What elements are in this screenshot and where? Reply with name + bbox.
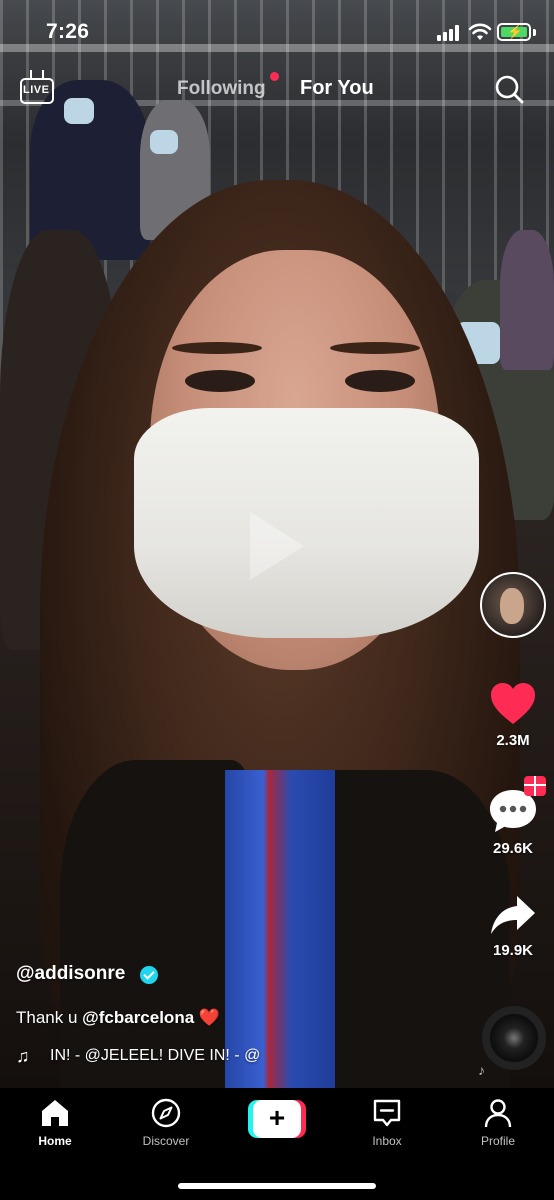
share-count: 19.9K (492, 942, 534, 959)
creator-avatar[interactable] (480, 572, 546, 638)
charging-bolt-icon: ⚡ (507, 24, 524, 39)
subject-jacket (60, 760, 250, 1088)
create-button[interactable]: + (248, 1100, 306, 1138)
play-icon[interactable] (250, 512, 304, 580)
creator-username[interactable]: @addisonre (16, 963, 125, 985)
profile-icon (484, 1099, 512, 1128)
status-time: 7:26 (46, 20, 90, 43)
music-note-icon: ♫ (16, 1046, 30, 1066)
like-button[interactable]: 2.3M (478, 682, 548, 749)
tab-following[interactable]: Following (177, 78, 266, 100)
tab-inbox-label: Inbox (372, 1134, 402, 1148)
comment-button[interactable]: 29.6K (478, 776, 548, 857)
share-button[interactable]: 19.9K (478, 894, 548, 959)
live-icon[interactable]: LIVE (20, 70, 54, 104)
tab-discover-label: Discover (142, 1134, 190, 1148)
caption-mention[interactable]: @fcbarcelona (82, 1008, 194, 1027)
following-notification-dot (270, 72, 279, 81)
tab-inbox[interactable]: Inbox (337, 1098, 437, 1148)
heart-icon (491, 683, 535, 724)
home-icon (42, 1100, 68, 1126)
avatar-figure (500, 588, 524, 624)
battery-tip (533, 29, 536, 36)
gift-icon (524, 776, 546, 796)
sound-title: IN! - @JELEEL! DIVE IN! - @ (50, 1047, 261, 1064)
subject-shirt (225, 770, 335, 1088)
subject-eye (185, 370, 255, 392)
like-count: 2.3M (496, 732, 530, 749)
inbox-icon (373, 1099, 401, 1127)
caption-emoji: ❤️ (198, 1008, 221, 1027)
live-label: LIVE (23, 84, 50, 96)
tab-for-you[interactable]: For You (300, 77, 374, 100)
caption-text: Thank u (16, 1008, 83, 1027)
top-nav: LIVE Following For You (0, 64, 554, 114)
music-disc-icon[interactable] (482, 1006, 546, 1070)
subject-eye (345, 370, 415, 392)
home-indicator[interactable] (178, 1183, 376, 1189)
tab-profile[interactable]: Profile (448, 1098, 548, 1148)
video-player[interactable] (0, 0, 554, 1088)
subject-brow (172, 342, 262, 354)
cellular-signal-icon (437, 25, 463, 41)
search-icon[interactable] (494, 74, 524, 104)
verified-badge-icon (140, 966, 158, 984)
sound-ticker[interactable]: ♫ IN! - @JELEEL! DIVE IN! - @ (16, 1046, 316, 1068)
wifi-icon (468, 23, 492, 40)
share-arrow-icon (491, 896, 535, 934)
crowd-mask (150, 130, 178, 154)
plus-icon: + (268, 1102, 286, 1133)
tab-home[interactable]: Home (5, 1098, 105, 1148)
tab-profile-label: Profile (480, 1134, 515, 1148)
crowd-person (500, 230, 554, 370)
compass-icon (151, 1098, 181, 1128)
video-caption: Thank u @fcbarcelona ❤️ (16, 1008, 220, 1028)
subject-brow (330, 342, 420, 354)
tab-discover[interactable]: Discover (116, 1098, 216, 1148)
subject-face-mask (134, 408, 479, 638)
comment-count: 29.6K (492, 840, 534, 857)
tab-home-label: Home (38, 1134, 72, 1148)
floating-music-note-icon: ♪ (478, 1062, 485, 1078)
status-bar: 7:26 ⚡ (0, 0, 554, 64)
